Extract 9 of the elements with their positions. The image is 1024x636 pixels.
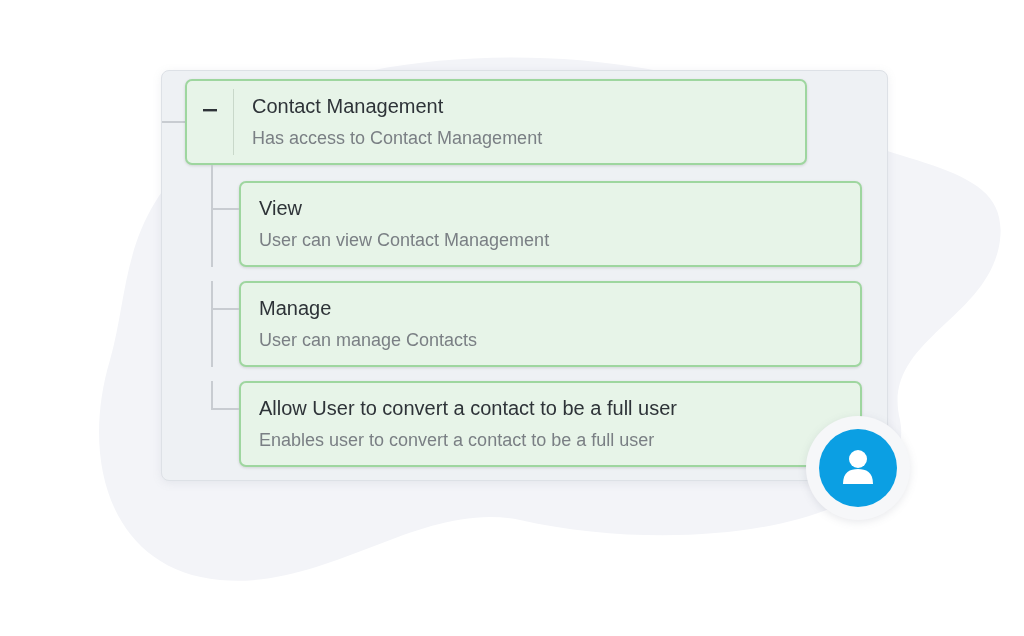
permission-title: Allow User to convert a contact to be a full user: [259, 397, 677, 420]
permission-title: View: [259, 197, 303, 220]
permission-title: Contact Management: [252, 95, 445, 118]
permission-description: User can manage Contacts: [259, 330, 478, 351]
user-avatar-icon: [819, 429, 897, 507]
permission-description: Has access to Contact Management: [252, 128, 543, 149]
permission-title: Manage: [259, 297, 333, 320]
permission-description: Enables user to convert a contact to be a full user: [259, 430, 656, 451]
permission-description: User can view Contact Management: [259, 230, 550, 251]
